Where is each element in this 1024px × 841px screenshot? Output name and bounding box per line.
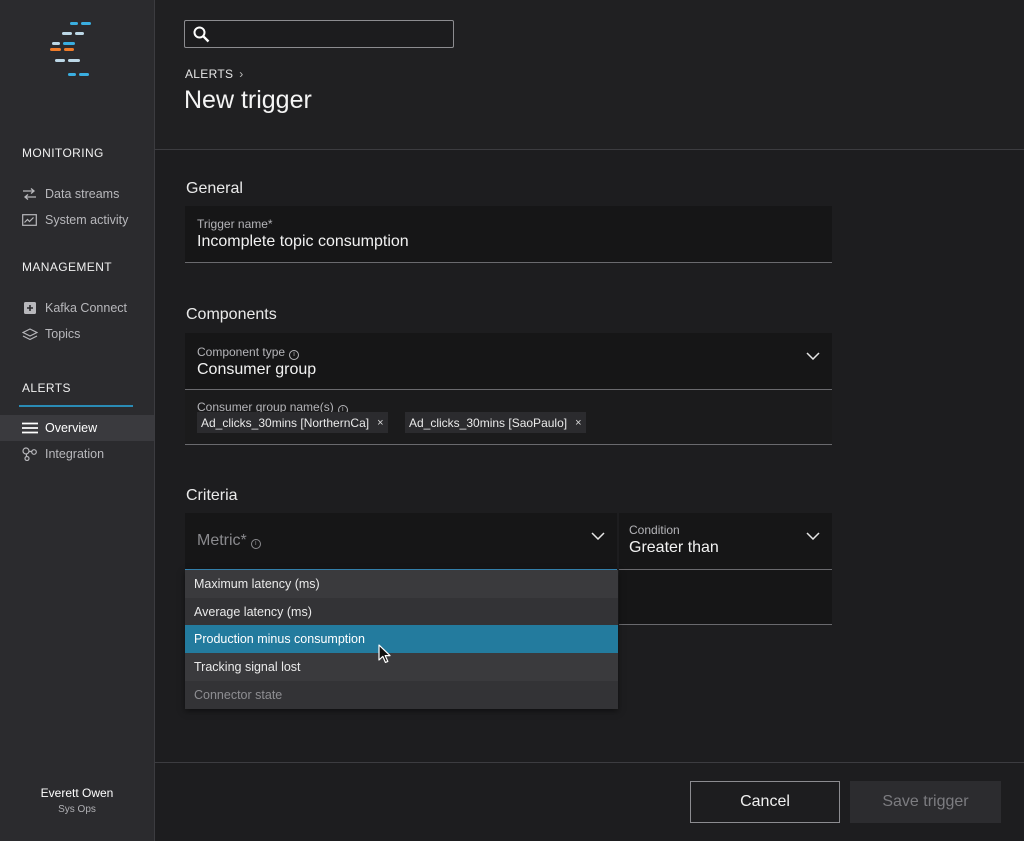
search-input[interactable] [184,20,454,48]
alerts-section-title: ALERTS [22,381,71,395]
monitoring-section-title: MONITORING [22,146,104,160]
condition-label: Condition [629,523,680,537]
sidebar-item-data-streams[interactable]: Data streams [0,181,154,207]
components-heading: Components [186,306,277,323]
metric-option[interactable]: Maximum latency (ms) [185,570,618,598]
alerts-section-underline [19,405,133,407]
criteria-heading: Criteria [186,487,238,504]
remove-tag-icon[interactable]: × [377,417,383,429]
sidebar-item-label: System activity [45,213,129,227]
breadcrumb[interactable]: ALERTS › [185,67,244,81]
trigger-name-field[interactable]: Trigger name* Incomplete topic consumpti… [185,206,832,263]
breadcrumb-alerts[interactable]: ALERTS [185,67,233,81]
consumer-group-names-field[interactable]: Consumer group name(s) i Ad_clicks_30mins… [185,390,832,445]
chevron-right-icon: › [239,67,244,81]
chevron-down-icon[interactable] [806,532,820,540]
info-icon[interactable]: i [289,350,300,360]
sidebar-item-overview[interactable]: Overview [0,415,154,441]
sidebar-item-label: Overview [45,421,98,435]
chevron-down-icon[interactable] [591,532,605,540]
component-type-select[interactable]: Component type i Consumer group [185,333,832,390]
page-header: ALERTS › New trigger [155,0,1024,150]
user-name[interactable]: Everett Owen [0,786,154,800]
component-type-label-text: Component type [197,345,286,359]
remove-tag-icon[interactable]: × [575,417,581,429]
metric-placeholder: Metric* i [197,532,261,550]
sidebar-item-kafka-connect[interactable]: Kafka Connect [0,295,154,321]
user-role: Sys Ops [58,804,96,815]
sidebar-item-label: Data streams [45,187,120,201]
mouse-cursor-icon [378,644,391,663]
layers-icon [21,327,38,341]
metric-placeholder-text: Metric* [197,532,247,549]
info-icon[interactable]: i [250,539,261,549]
metric-option[interactable]: Tracking signal lost [185,653,618,681]
metric-select[interactable]: Metric* i [185,513,617,570]
trigger-name-label: Trigger name* [197,217,273,231]
menu-lines-icon [21,421,38,435]
condition-select[interactable]: Condition Greater than [619,513,832,570]
tag-label: Ad_clicks_30mins [SaoPaulo] [409,415,568,430]
condition-value: Greater than [629,539,719,556]
activity-chart-icon [21,213,38,227]
component-type-label: Component type i [197,345,300,360]
component-type-value: Consumer group [197,361,317,378]
metric-option-disabled: Connector state [185,681,618,709]
page-title: New trigger [184,86,312,114]
sidebar-item-integration[interactable]: Integration [0,441,154,467]
nodes-icon [21,447,38,461]
consumer-group-tag: Ad_clicks_30mins [NorthernCa] × [197,412,388,433]
management-section-title: MANAGEMENT [22,260,113,274]
metric-option[interactable]: Average latency (ms) [185,598,618,626]
threshold-value-field[interactable] [619,570,832,625]
consumer-group-tag: Ad_clicks_30mins [SaoPaulo] × [405,412,586,433]
app-logo[interactable] [48,20,108,80]
metric-option-highlighted[interactable]: Production minus consumption [185,625,618,653]
save-trigger-button[interactable]: Save trigger [850,781,1001,823]
general-heading: General [186,180,243,197]
sidebar: MONITORING Data streams System activity … [0,0,155,841]
sidebar-item-label: Kafka Connect [45,301,127,315]
search-icon [193,26,210,48]
metric-dropdown-menu: Maximum latency (ms) Average latency (ms… [185,570,618,709]
trigger-name-value[interactable]: Incomplete topic consumption [197,233,409,251]
sidebar-item-topics[interactable]: Topics [0,321,154,347]
tag-label: Ad_clicks_30mins [NorthernCa] [201,415,370,430]
chevron-down-icon[interactable] [806,352,820,360]
sidebar-item-label: Integration [45,447,105,461]
sidebar-item-label: Topics [45,327,81,341]
arrows-icon [21,187,38,201]
sidebar-item-system-activity[interactable]: System activity [0,207,154,233]
cancel-button[interactable]: Cancel [690,781,840,823]
connector-icon [21,301,38,315]
